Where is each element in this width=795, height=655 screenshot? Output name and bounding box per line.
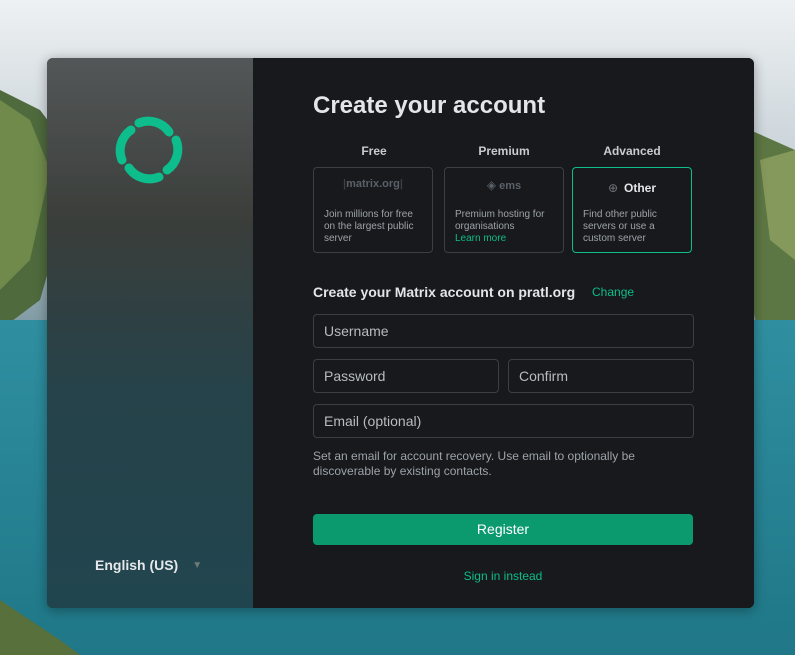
ems-icon: ◈ — [486, 178, 497, 192]
confirm-password-field[interactable] — [508, 359, 694, 393]
tier-label-free: Free — [361, 144, 387, 158]
server-option-free[interactable]: |matrix.org| Join millions for free on t… — [313, 167, 433, 253]
registration-dialog: English (US) ▼ Create your account Free … — [47, 58, 754, 608]
chevron-down-icon: ▼ — [192, 559, 203, 571]
globe-icon: ⊕ — [607, 181, 619, 195]
server-option-description: Find other public servers or use a custo… — [583, 209, 657, 244]
username-field[interactable] — [313, 314, 694, 348]
language-label: English (US) — [95, 557, 179, 573]
server-option-premium[interactable]: ◈ ems Premium hosting for organisations … — [444, 167, 564, 253]
server-option-description: Premium hosting for organisations — [455, 209, 545, 232]
tier-label-advanced: Advanced — [603, 144, 661, 158]
password-field[interactable] — [313, 359, 499, 393]
email-hint: Set an email for account recovery. Use e… — [313, 449, 635, 478]
other-server-brand: ⊕ Other — [607, 181, 657, 195]
main-content: Create your account Free Premium Advance… — [253, 58, 754, 608]
language-selector[interactable]: English (US) ▼ — [95, 557, 202, 573]
register-button[interactable]: Register — [313, 514, 693, 545]
server-option-description-premium: Premium hosting for organisations Learn … — [455, 209, 555, 245]
email-field[interactable] — [313, 404, 694, 438]
server-option-other[interactable]: ⊕ Other Find other public servers or use … — [572, 167, 692, 253]
change-server-link[interactable]: Change — [592, 285, 634, 299]
page-title: Create your account — [313, 92, 546, 119]
matrix-org-logo: |matrix.org| — [343, 178, 403, 190]
ems-logo: ◈ ems — [486, 178, 522, 192]
tier-label-premium: Premium — [478, 144, 530, 158]
server-option-description: Join millions for free on the largest pu… — [324, 209, 414, 244]
learn-more-link[interactable]: Learn more — [455, 233, 555, 245]
sign-in-instead-link[interactable]: Sign in instead — [313, 569, 693, 583]
sidebar: English (US) ▼ — [47, 58, 253, 608]
account-heading: Create your Matrix account on pratl.org — [313, 284, 576, 300]
element-logo-icon — [115, 116, 183, 184]
